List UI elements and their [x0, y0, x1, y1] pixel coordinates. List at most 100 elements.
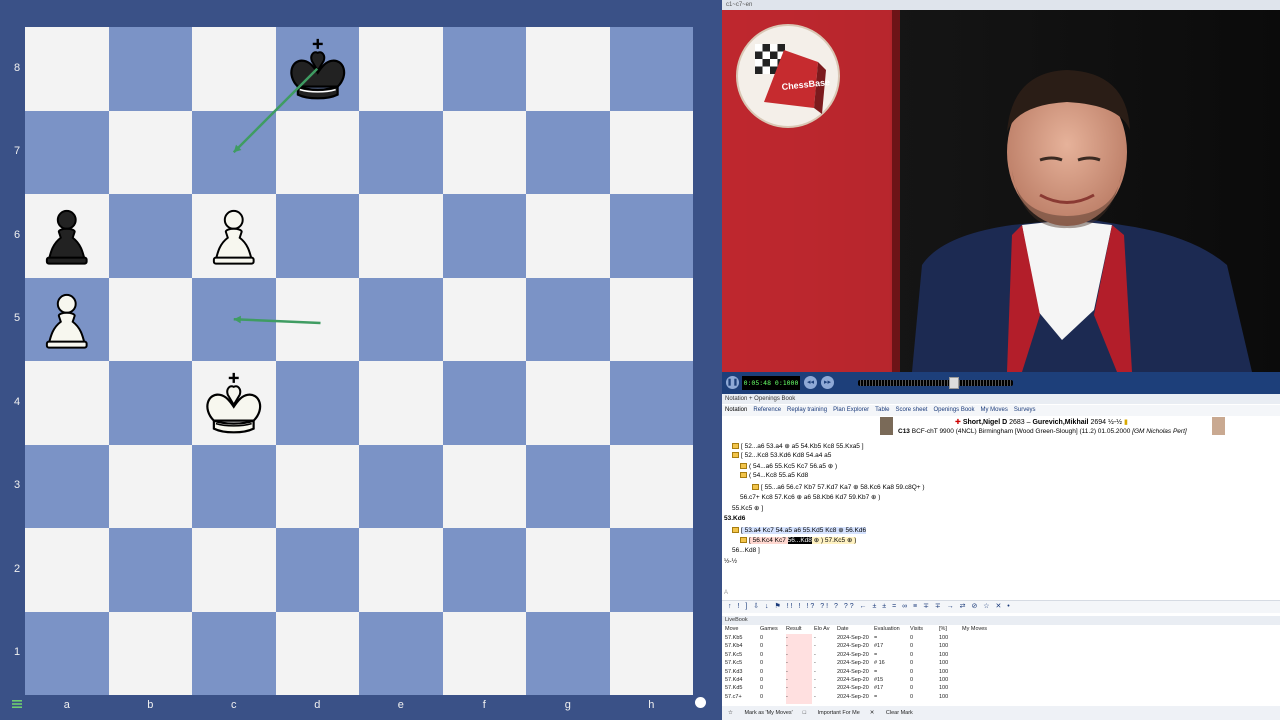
square-h8[interactable]	[609, 27, 693, 111]
square-c5[interactable]	[192, 277, 276, 361]
current-move[interactable]: 56...Kd8	[787, 537, 812, 544]
square-c2[interactable]	[192, 528, 276, 612]
square-g8[interactable]	[526, 27, 610, 111]
square-f2[interactable]	[442, 528, 526, 612]
square-h5[interactable]	[609, 277, 693, 361]
forward-icon[interactable]: ▸▸	[821, 376, 834, 389]
square-d6[interactable]	[275, 194, 359, 278]
square-c3[interactable]	[192, 444, 276, 528]
square-g2[interactable]	[526, 528, 610, 612]
square-e2[interactable]	[359, 528, 443, 612]
square-g3[interactable]	[526, 444, 610, 528]
notation-line[interactable]: 55.Kc5 ⊕ ]	[732, 504, 763, 512]
square-f8[interactable]	[442, 27, 526, 111]
table-row[interactable]: 57.Kd4 0 - - 2024-Sep-20 #15 0 100	[722, 677, 1280, 685]
black-pawn-a6[interactable]	[25, 194, 109, 278]
table-row[interactable]: 57.c7+ 0 - - 2024-Sep-20 = 0 100	[722, 694, 1280, 702]
tab-notation[interactable]: Notation	[725, 405, 747, 416]
square-f6[interactable]	[442, 194, 526, 278]
square-g7[interactable]	[526, 110, 610, 194]
notation-line[interactable]: 56...Kd8 ]	[732, 547, 760, 554]
square-h2[interactable]	[609, 528, 693, 612]
column-header[interactable]: Date	[837, 626, 849, 632]
square-c8[interactable]	[192, 27, 276, 111]
notation-line[interactable]: [ 53.a4 Kc7 54.a5 a6 55.Kd5 Kc8 ⊕ 56.Kd6	[732, 526, 867, 534]
tab-score-sheet[interactable]: Score sheet	[895, 405, 927, 416]
square-h4[interactable]	[609, 361, 693, 445]
square-f4[interactable]	[442, 361, 526, 445]
square-e5[interactable]	[359, 277, 443, 361]
table-row[interactable]: 57.Kb5 0 - - 2024-Sep-20 = 0 100	[722, 635, 1280, 643]
square-c4[interactable]	[192, 361, 276, 445]
video-player[interactable]: ChessBase	[722, 10, 1280, 372]
tab-my-moves[interactable]: My Moves	[981, 405, 1008, 416]
footer-button[interactable]: ✕ Clear Mark	[870, 710, 913, 716]
footer-button[interactable]: □ Important For Me	[803, 710, 860, 716]
notation-text[interactable]: [ 52...a6 53.a4 ⊕ a5 54.Kb5 Kc8 55.Kxa5 …	[722, 440, 1280, 590]
square-e8[interactable]	[359, 27, 443, 111]
notation-line[interactable]: [ 55...a6 56.c7 Kb7 57.Kd7 Ka7 ⊕ 58.Kc6 …	[752, 483, 925, 491]
black-king-d8[interactable]	[276, 27, 360, 111]
tab-table[interactable]: Table	[875, 405, 889, 416]
square-g6[interactable]	[526, 194, 610, 278]
square-b3[interactable]	[108, 444, 192, 528]
square-b6[interactable]	[108, 194, 192, 278]
notation-line[interactable]: ( 54...Kc8 55.a5 Kd8	[740, 472, 808, 479]
column-header[interactable]: Move	[725, 626, 738, 632]
square-e4[interactable]	[359, 361, 443, 445]
square-a8[interactable]	[25, 27, 109, 111]
square-b7[interactable]	[108, 110, 192, 194]
square-c1[interactable]	[192, 611, 276, 695]
square-a4[interactable]	[25, 361, 109, 445]
notation-line[interactable]: 56.c7+ Kc8 57.Kc6 ⊕ a6 58.Kb6 Kd7 59.Kb7…	[740, 493, 880, 501]
square-b2[interactable]	[108, 528, 192, 612]
column-header[interactable]: My Moves	[962, 626, 987, 632]
table-row[interactable]: 57.Kc5 0 - - 2024-Sep-20 # 16 0 100	[722, 660, 1280, 668]
square-h1[interactable]	[609, 611, 693, 695]
seek-thumb[interactable]	[949, 377, 960, 389]
square-b5[interactable]	[108, 277, 192, 361]
white-pawn-a5[interactable]	[25, 278, 109, 362]
square-f3[interactable]	[442, 444, 526, 528]
square-a3[interactable]	[25, 444, 109, 528]
square-f1[interactable]	[442, 611, 526, 695]
tab-reference[interactable]: Reference	[753, 405, 781, 416]
notation-input[interactable]: A	[724, 590, 1278, 600]
square-c6[interactable]	[192, 194, 276, 278]
tab-replay-training[interactable]: Replay training	[787, 405, 827, 416]
square-e7[interactable]	[359, 110, 443, 194]
column-header[interactable]: Elo Av	[814, 626, 830, 632]
notation-line[interactable]: [ 56.Kc4 Kc7 56...Kd8 ⊕ ) 57.Kc5 ⊕ )	[740, 536, 857, 544]
column-header[interactable]: Result	[786, 626, 802, 632]
square-b1[interactable]	[108, 611, 192, 695]
column-header[interactable]: Games	[760, 626, 778, 632]
square-g4[interactable]	[526, 361, 610, 445]
tab-openings-book[interactable]: Openings Book	[933, 405, 974, 416]
square-g5[interactable]	[526, 277, 610, 361]
square-d1[interactable]	[275, 611, 359, 695]
square-a1[interactable]	[25, 611, 109, 695]
pause-icon[interactable]: ❚❚	[726, 376, 739, 389]
rewind-icon[interactable]: ◂◂	[804, 376, 817, 389]
square-a5[interactable]	[25, 277, 109, 362]
square-f7[interactable]	[442, 110, 526, 194]
table-row[interactable]: 57.Kd5 0 - - 2024-Sep-20 #17 0 100	[722, 685, 1280, 693]
notation-line[interactable]: ( 54...a6 55.Kc5 Kc7 56.a5 ⊕ )	[740, 462, 837, 470]
square-h3[interactable]	[609, 444, 693, 528]
tab-surveys[interactable]: Surveys	[1014, 405, 1036, 416]
square-g1[interactable]	[526, 611, 610, 695]
square-e1[interactable]	[359, 611, 443, 695]
square-h7[interactable]	[609, 110, 693, 194]
chess-board[interactable]	[25, 27, 693, 695]
square-f5[interactable]	[442, 277, 526, 361]
column-header[interactable]: Evaluation	[874, 626, 900, 632]
square-c7[interactable]	[192, 110, 276, 194]
square-d4[interactable]	[275, 361, 359, 445]
square-d8[interactable]	[275, 27, 360, 111]
square-a7[interactable]	[25, 110, 109, 194]
square-e3[interactable]	[359, 444, 443, 528]
table-row[interactable]: 57.Kb4 0 - - 2024-Sep-20 #17 0 100	[722, 643, 1280, 651]
square-e6[interactable]	[359, 194, 443, 278]
square-d3[interactable]	[275, 444, 359, 528]
square-d5[interactable]	[275, 277, 359, 361]
